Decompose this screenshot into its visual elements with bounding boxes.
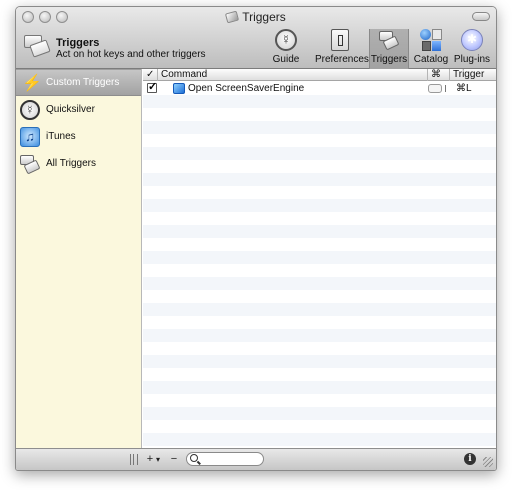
screensaver-icon bbox=[173, 83, 185, 94]
table-body: Open ScreenSaverEngine ⌘L bbox=[143, 81, 496, 450]
toolbar-plugins[interactable]: Plug-ins bbox=[452, 29, 492, 69]
trigger-sets-sidebar: Custom Triggers Quicksilver iTunes All T… bbox=[16, 69, 142, 450]
splitter-grip[interactable] bbox=[130, 454, 138, 465]
search-icon bbox=[190, 454, 198, 462]
table-row[interactable]: Open ScreenSaverEngine ⌘L bbox=[143, 81, 496, 95]
column-header-enabled[interactable]: ✓ bbox=[143, 69, 158, 81]
sidebar-item-quicksilver[interactable]: Quicksilver bbox=[16, 96, 141, 123]
resize-grip-icon[interactable] bbox=[483, 457, 493, 467]
toolbar-toggle-button[interactable] bbox=[472, 12, 490, 21]
title-bar: Triggers Triggers Act on hot keys and ot… bbox=[16, 7, 496, 69]
trigger-cell[interactable]: ⌘L bbox=[456, 82, 472, 95]
window-title-text: Triggers bbox=[242, 10, 286, 24]
triggers-window: Triggers Triggers Act on hot keys and ot… bbox=[15, 6, 497, 471]
table-header: ✓ Command ⌘ Trigger bbox=[143, 69, 496, 81]
info-button[interactable]: i bbox=[464, 453, 476, 465]
bottom-bar: + ▾ − i bbox=[16, 448, 496, 470]
pane-title: Triggers bbox=[56, 37, 100, 49]
toolbar-label: Preferences bbox=[315, 54, 369, 65]
catalog-icon bbox=[420, 29, 442, 51]
sidebar-item-label: Quicksilver bbox=[46, 104, 95, 115]
sidebar-item-label: iTunes bbox=[46, 131, 76, 142]
toolbar-label: Catalog bbox=[413, 54, 449, 65]
command-cell: Open ScreenSaverEngine bbox=[188, 83, 305, 94]
triggers-icon bbox=[20, 154, 41, 174]
window-title: Triggers bbox=[16, 10, 496, 24]
itunes-icon bbox=[20, 126, 40, 147]
search-field[interactable] bbox=[186, 452, 264, 466]
column-header-key[interactable]: ⌘ bbox=[428, 69, 450, 81]
plugins-icon bbox=[461, 29, 483, 51]
toolbar-guide[interactable]: Guide bbox=[271, 29, 301, 69]
preferences-icon bbox=[331, 29, 349, 51]
sidebar-item-itunes[interactable]: iTunes bbox=[16, 123, 141, 150]
toolbar-triggers[interactable]: Triggers bbox=[369, 29, 409, 69]
guide-icon bbox=[275, 29, 297, 51]
quicksilver-icon bbox=[20, 99, 40, 120]
sidebar-item-label: All Triggers bbox=[46, 158, 97, 169]
column-header-trigger[interactable]: Trigger bbox=[450, 69, 496, 81]
sidebar-item-label: Custom Triggers bbox=[46, 77, 120, 88]
toolbar-preferences[interactable]: Preferences bbox=[315, 29, 369, 69]
sidebar-item-custom-triggers[interactable]: Custom Triggers bbox=[16, 69, 141, 96]
toolbar-label: Guide bbox=[272, 54, 300, 65]
sidebar-item-all-triggers[interactable]: All Triggers bbox=[16, 150, 141, 177]
triggers-title-icon bbox=[225, 10, 240, 24]
toolbar-catalog[interactable]: Catalog bbox=[413, 29, 449, 69]
triggers-header-icon bbox=[24, 35, 51, 58]
triggers-icon bbox=[378, 29, 400, 51]
hotkey-indicator-icon bbox=[428, 84, 442, 93]
toolbar-label: Triggers bbox=[370, 54, 408, 65]
separator bbox=[445, 85, 446, 92]
enabled-checkbox[interactable] bbox=[147, 81, 157, 94]
column-header-command[interactable]: Command bbox=[158, 69, 428, 81]
lightning-icon bbox=[20, 73, 42, 93]
triggers-table: ✓ Command ⌘ Trigger Open ScreenSaverEngi… bbox=[143, 69, 496, 450]
pane-subtitle: Act on hot keys and other triggers bbox=[56, 49, 206, 60]
remove-trigger-button[interactable]: − bbox=[168, 452, 180, 467]
add-menu-chevron-icon[interactable]: ▾ bbox=[154, 452, 162, 467]
toolbar-label: Plug-ins bbox=[453, 54, 491, 65]
globe-icon bbox=[420, 29, 431, 40]
